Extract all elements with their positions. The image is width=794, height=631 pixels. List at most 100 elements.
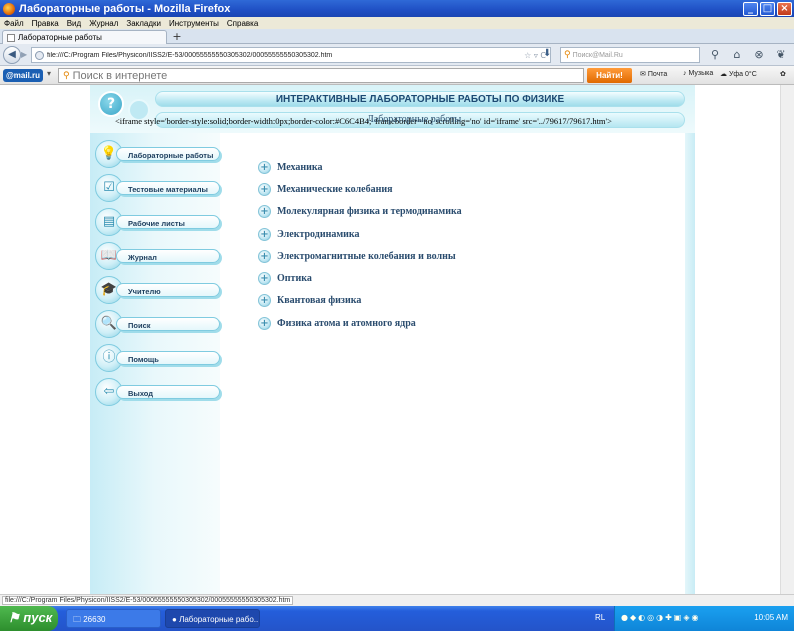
topic-label[interactable]: Электродинамика [277,229,360,240]
clock[interactable]: 10:05 AM [754,613,788,622]
topic-mechanical-oscillations[interactable]: + Механические колебания [258,178,658,200]
expand-plus-icon[interactable]: + [258,205,271,219]
menu-file[interactable]: Файл [4,19,24,28]
topic-atomic-physics[interactable]: + Физика атома и атомного ядра [258,312,658,334]
mailru-search-input[interactable]: ⚲ Поиск в интернете [58,68,584,83]
search-icon: ⚲ [564,50,571,60]
start-button[interactable]: ⚑ пуск [0,606,58,631]
menu-pill: Тестовые материалы [116,181,220,195]
topic-em-oscillations[interactable]: + Электромагнитные колебания и волны [258,245,658,267]
expand-plus-icon[interactable]: + [258,294,271,308]
status-text: file:///C:/Program Files/Physicon/IISS2/… [2,596,294,605]
menu-tools[interactable]: Инструменты [169,19,219,28]
tab-label: Лабораторные работы [18,33,102,42]
system-tray: RL ●◆◐◎◑✚▣◈◉ 10:05 AM [595,606,794,631]
right-strip-bg [685,85,695,594]
expand-plus-icon[interactable]: + [258,316,271,330]
settings-icon[interactable]: ✿ [780,70,786,78]
url-text: file:///C:/Program Files/Physicon/IISS2/… [47,51,333,59]
menu-edit[interactable]: Правка [32,19,59,28]
topic-label[interactable]: Физика атома и атомного ядра [277,318,416,329]
expand-plus-icon[interactable]: + [258,227,271,241]
chevron-down-icon[interactable]: ▾ [47,69,51,78]
search-placeholder: Поиск@Mail.Ru [572,51,623,59]
addon-icon[interactable]: ❦ [770,48,792,61]
window-title: Лабораторные работы - Mozilla Firefox [19,2,231,15]
task-label: 26630 [83,615,106,624]
close-button[interactable]: × [777,1,792,16]
mail-link[interactable]: ✉ Почта [640,70,667,78]
tab-lab-works[interactable]: Лабораторные работы [2,30,167,44]
weather-link[interactable]: ☁ Уфа 0°C [720,70,757,78]
page-subtitle: Лабораторные работы [367,114,462,125]
expand-plus-icon[interactable]: + [258,182,271,196]
menu-label: Выход [128,389,154,398]
site-menu: 💡 Лабораторные работы ☑ Тестовые материа… [92,140,227,412]
topic-mechanics[interactable]: + Механика [258,156,658,178]
topic-label[interactable]: Квантовая физика [277,295,361,306]
menu-pill: Рабочие листы [116,215,220,229]
topic-label[interactable]: Механика [277,162,323,173]
menu-label: Поиск [128,321,151,330]
search-go-icon[interactable]: ⚲ [704,48,726,61]
topic-molecular-physics[interactable]: + Молекулярная физика и термодинамика [258,201,658,223]
menu-label: Лабораторные работы [128,151,214,160]
menu-view[interactable]: Вид [67,19,81,28]
topic-optics[interactable]: + Оптика [258,267,658,289]
menu-help[interactable]: Справка [227,19,258,28]
question-icon[interactable]: ? [98,91,124,117]
address-bar[interactable]: file:///C:/Program Files/Physicon/IISS2/… [31,47,551,63]
vertical-scrollbar[interactable] [780,85,794,594]
menu-help-button[interactable]: ⓘ Помощь [92,344,227,372]
menu-pill: Помощь [116,351,220,365]
find-button[interactable]: Найти! [587,68,632,83]
menu-bar: Файл Правка Вид Журнал Закладки Инструме… [0,17,794,29]
search-icon: ⚲ [63,70,70,81]
menu-tests-button[interactable]: ☑ Тестовые материалы [92,174,227,202]
expand-plus-icon[interactable]: + [258,160,271,174]
tray-icons[interactable]: ●◆◐◎◑✚▣◈◉ [621,613,700,622]
firefox-icon [3,2,15,15]
expand-plus-icon[interactable]: + [258,249,271,263]
menu-search-button[interactable]: 🔍 Поиск [92,310,227,338]
firefox-icon: ● [172,615,177,624]
maximize-button[interactable]: □ [760,1,775,16]
menu-label: Учителю [128,287,161,296]
taskbar-folder[interactable]: 🗀 26630 [66,609,161,628]
menu-history[interactable]: Журнал [89,19,118,28]
home-icon[interactable]: ⌂ [726,48,748,61]
menu-label: Журнал [128,253,157,262]
topic-electrodynamics[interactable]: + Электродинамика [258,223,658,245]
menu-pill: Журнал [116,249,220,263]
topic-label[interactable]: Оптика [277,273,312,284]
menu-lab-works-button[interactable]: 💡 Лабораторные работы [92,140,227,168]
minimize-button[interactable]: _ [743,1,758,16]
music-label: Музыка [688,70,714,77]
folder-icon: 🗀 [73,615,81,624]
search-input[interactable]: ⚲ Поиск@Mail.Ru [560,47,700,63]
download-icon[interactable]: ⬇ [543,48,555,59]
menu-worksheets-button[interactable]: ▤ Рабочие листы [92,208,227,236]
menu-exit-button[interactable]: ⇦ Выход [92,378,227,406]
topic-label[interactable]: Механические колебания [277,184,393,195]
new-tab-button[interactable]: + [170,31,184,43]
stop-icon[interactable]: ⊗ [748,48,770,61]
music-link[interactable]: ♪ Музыка [683,70,713,77]
expand-plus-icon[interactable]: + [258,272,271,286]
topic-label[interactable]: Электромагнитные колебания и волны [277,251,456,262]
mailru-search-placeholder: Поиск в интернете [72,69,168,82]
menu-bookmarks[interactable]: Закладки [126,19,161,28]
topic-label[interactable]: Молекулярная физика и термодинамика [277,206,462,217]
menu-journal-button[interactable]: 📖 Журнал [92,242,227,270]
back-button[interactable]: ◀ [3,46,21,64]
task-label: Лабораторные рабо... [179,615,260,624]
menu-label: Рабочие листы [128,219,185,228]
menu-teacher-button[interactable]: 🎓 Учителю [92,276,227,304]
menu-label: Тестовые материалы [128,185,208,194]
topic-quantum-physics[interactable]: + Квантовая физика [258,290,658,312]
menu-pill: Поиск [116,317,220,331]
taskbar-firefox[interactable]: ● Лабораторные рабо... [165,609,260,628]
forward-button[interactable]: ▶ [21,49,31,61]
language-indicator[interactable]: RL [595,613,605,622]
mailru-logo[interactable]: @mail.ru [3,69,43,82]
